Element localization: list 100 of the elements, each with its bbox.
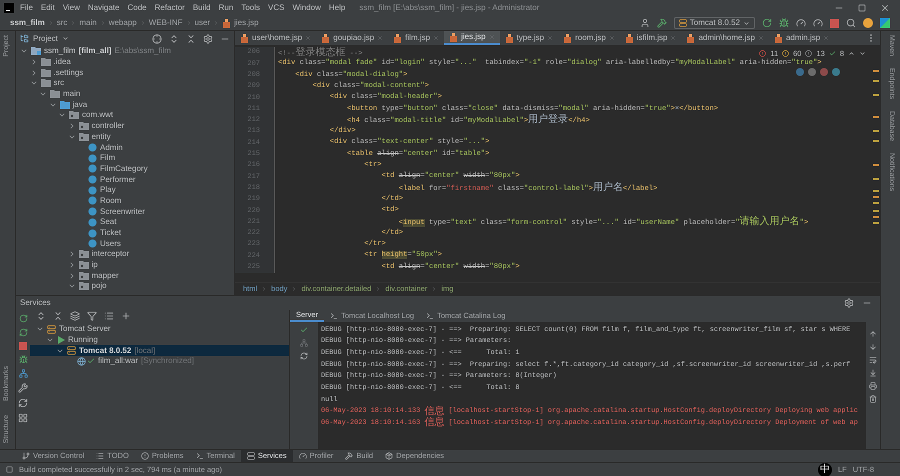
- stop-icon[interactable]: [830, 18, 839, 28]
- expand-all-icon[interactable]: [36, 311, 46, 321]
- tree-item[interactable]: entity: [92, 130, 111, 143]
- update-icon[interactable]: [18, 328, 28, 337]
- editor-tab[interactable]: isfilm.jsp: [620, 31, 682, 45]
- layout-icon[interactable]: [18, 413, 28, 423]
- deploy-icon[interactable]: [18, 369, 28, 378]
- close-icon[interactable]: [547, 35, 554, 41]
- tree-item[interactable]: .idea: [54, 56, 71, 68]
- menu-item[interactable]: Build: [190, 2, 213, 14]
- new-tab-icon[interactable]: [104, 311, 114, 321]
- panel-title[interactable]: Project: [33, 32, 58, 44]
- editor-tab[interactable]: film.jsp: [388, 31, 444, 45]
- arrow-down-icon[interactable]: [869, 343, 877, 351]
- editor-tab[interactable]: type.jsp: [500, 31, 558, 45]
- tree-item[interactable]: Seat: [100, 216, 116, 228]
- tree-item[interactable]: pojo: [92, 280, 107, 292]
- editor-tab[interactable]: goupiao.jsp: [316, 31, 388, 45]
- update-icon[interactable]: [863, 18, 873, 28]
- breadcrumb-item[interactable]: WEB-INF: [148, 17, 183, 29]
- coverage-icon[interactable]: [796, 18, 806, 28]
- menu-item[interactable]: Run: [216, 2, 236, 14]
- menu-item[interactable]: View: [60, 2, 82, 14]
- breadcrumb-item[interactable]: main: [79, 17, 97, 29]
- tree-item[interactable]: java: [72, 98, 88, 111]
- wrench-icon[interactable]: [18, 383, 28, 393]
- rerun-icon[interactable]: [762, 18, 772, 28]
- close-icon[interactable]: [608, 35, 615, 41]
- settings-icon[interactable]: [203, 34, 213, 44]
- service-row[interactable]: Running: [30, 334, 289, 346]
- add-icon[interactable]: [121, 311, 131, 321]
- layout-icon[interactable]: [6, 466, 13, 473]
- close-icon[interactable]: [823, 35, 830, 41]
- trash-icon[interactable]: [869, 395, 877, 403]
- tree-item[interactable]: Admin: [100, 142, 123, 154]
- collapse-all-icon[interactable]: [53, 311, 63, 321]
- tree-item[interactable]: interceptor: [92, 248, 130, 260]
- collapse-all-icon[interactable]: [186, 34, 196, 44]
- menu-item[interactable]: File: [18, 2, 35, 14]
- run-config-dropdown[interactable]: Tomcat 8.0.52: [674, 17, 755, 29]
- tree-item[interactable]: src: [54, 77, 64, 90]
- tree-item[interactable]: controller: [92, 120, 124, 132]
- maximize-icon[interactable]: [858, 4, 866, 12]
- group-icon[interactable]: [70, 311, 80, 321]
- scroll-to-end-icon[interactable]: [869, 369, 877, 377]
- filter-icon[interactable]: [87, 311, 97, 321]
- close-icon[interactable]: [758, 35, 764, 41]
- locate-icon[interactable]: [152, 34, 162, 44]
- tree-item[interactable]: Performer: [100, 174, 136, 186]
- refresh-icon[interactable]: [18, 398, 28, 408]
- tree-item[interactable]: Room: [100, 194, 122, 207]
- caret-icon[interactable]: [62, 35, 69, 42]
- menu-item[interactable]: VCS: [266, 2, 286, 14]
- menu-item[interactable]: Code: [125, 2, 149, 14]
- tree-item[interactable]: Ticket: [100, 227, 122, 240]
- editor-tab[interactable]: room.jsp: [558, 31, 620, 45]
- settings-icon[interactable]: [844, 298, 854, 308]
- editor-tab[interactable]: user\home.jsp: [235, 31, 316, 45]
- print-icon[interactable]: [869, 382, 877, 390]
- service-row[interactable]: Tomcat Server: [30, 324, 289, 335]
- tree-item[interactable]: ip: [92, 259, 98, 272]
- menu-item[interactable]: Refactor: [152, 2, 187, 14]
- profile-icon[interactable]: [813, 18, 823, 28]
- wrap-icon[interactable]: [869, 356, 877, 364]
- breadcrumb-item[interactable]: user: [194, 17, 210, 29]
- previous-icon[interactable]: [848, 50, 855, 58]
- expand-all-icon[interactable]: [169, 34, 179, 44]
- user-icon[interactable]: [640, 18, 650, 28]
- tree-item[interactable]: Users: [100, 238, 121, 250]
- tree-item[interactable]: ssm_film: [44, 46, 76, 58]
- rerun-icon[interactable]: [18, 314, 28, 323]
- deploy-icon[interactable]: [300, 339, 308, 347]
- menu-item[interactable]: Help: [326, 2, 348, 14]
- tree-item[interactable]: Screenwriter: [100, 206, 145, 218]
- menu-item[interactable]: Edit: [38, 2, 57, 14]
- tree-item[interactable]: Film: [100, 152, 116, 164]
- ime-indicator[interactable]: 中: [818, 462, 832, 476]
- close-icon[interactable]: [433, 35, 440, 41]
- breadcrumb-item[interactable]: ssm_film: [10, 17, 45, 29]
- arrow-up-icon[interactable]: [869, 330, 877, 338]
- next-icon[interactable]: [859, 50, 866, 58]
- breadcrumb-item[interactable]: jies.jsp: [234, 17, 259, 29]
- menu-item[interactable]: Tools: [239, 2, 262, 14]
- search-icon[interactable]: [846, 18, 856, 28]
- breadcrumb-item[interactable]: webapp: [108, 17, 137, 29]
- debug-icon[interactable]: [779, 18, 789, 28]
- editor-tab[interactable]: admin\home.jsp: [681, 31, 769, 45]
- service-row[interactable]: Tomcat 8.0.52 [local]: [30, 345, 289, 356]
- refresh-icon[interactable]: [300, 352, 308, 360]
- menu-item[interactable]: Navigate: [86, 2, 122, 14]
- tree-item[interactable]: mapper: [92, 270, 119, 282]
- tree-item[interactable]: Play: [100, 184, 116, 196]
- editor-tab[interactable]: admin.jsp: [768, 31, 834, 45]
- breadcrumb-item[interactable]: src: [56, 17, 68, 29]
- tree-item[interactable]: com.wwt: [82, 109, 114, 122]
- close-icon[interactable]: [377, 35, 384, 41]
- close-icon[interactable]: [305, 35, 312, 41]
- tree-item[interactable]: FilmCategory: [100, 162, 148, 175]
- hammer-icon[interactable]: [656, 18, 667, 28]
- tree-item[interactable]: .settings: [54, 66, 84, 79]
